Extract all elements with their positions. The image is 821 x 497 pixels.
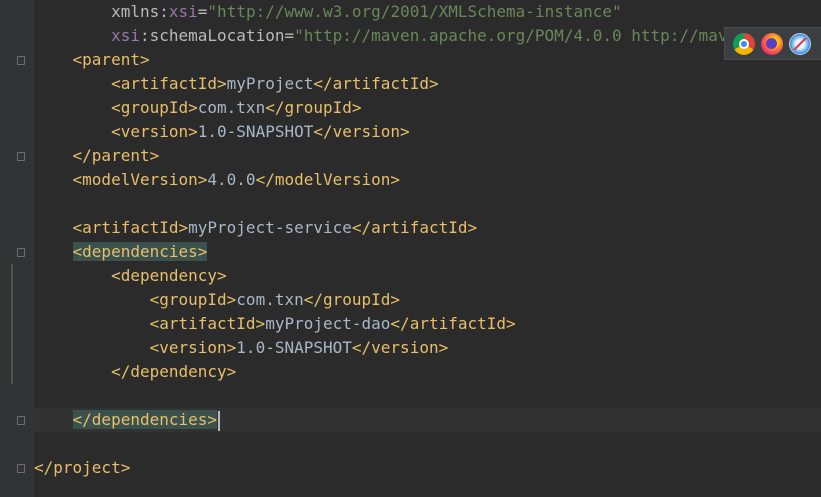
code-token: </artifactId> [390, 314, 516, 333]
code-token: <modelVersion> [72, 170, 208, 189]
code-token: 1.0-SNAPSHOT [236, 338, 352, 357]
code-token: </artifactId> [351, 218, 478, 237]
code-token: <version> [111, 122, 198, 141]
code-line[interactable]: <artifactId>myProject-dao</artifactId> [34, 312, 821, 336]
code-token: "http://maven.apache.org/POM/4.0.0 http:… [294, 26, 786, 45]
chrome-icon[interactable] [733, 32, 755, 55]
code-token: <parent> [72, 50, 150, 69]
code-line[interactable]: xsi:schemaLocation="http://maven.apache.… [34, 24, 821, 48]
code-token: <dependencies> [72, 242, 208, 261]
code-token: </dependency> [111, 362, 237, 381]
code-token: <groupId> [149, 290, 237, 309]
code-line[interactable]: <artifactId>myProject</artifactId> [34, 72, 821, 96]
open-in-browser-bar [724, 27, 821, 60]
firefox-icon[interactable] [761, 32, 783, 55]
code-token: <artifactId> [111, 74, 227, 93]
code-token: myProject [226, 74, 314, 93]
code-token: :schemaLocation= [139, 26, 295, 45]
code-token: com.txn [236, 290, 304, 309]
code-token: <groupId> [111, 98, 198, 117]
code-token: </dependencies> [72, 410, 218, 429]
code-token: </modelVersion> [255, 170, 401, 189]
code-token: myProject-dao [265, 314, 391, 333]
code-line[interactable]: </project> [34, 456, 821, 480]
code-line[interactable]: </dependencies> [34, 408, 821, 432]
code-token: myProject-service [188, 218, 352, 237]
code-line[interactable] [34, 192, 821, 216]
code-line[interactable]: <dependencies> [34, 240, 821, 264]
code-token: xmlns [111, 2, 160, 21]
code-line[interactable]: <dependency> [34, 264, 821, 288]
code-line[interactable]: <version>1.0-SNAPSHOT</version> [34, 336, 821, 360]
code-token: "http://www.w3.org/2001/XMLSchema-instan… [207, 2, 622, 21]
fold-marker-icon[interactable] [17, 152, 25, 161]
safari-icon[interactable] [789, 32, 811, 55]
code-line[interactable] [34, 432, 821, 456]
fold-marker-icon[interactable] [17, 248, 25, 257]
fold-marker-icon[interactable] [17, 56, 25, 65]
code-token: </parent> [72, 146, 160, 165]
code-token: 1.0-SNAPSHOT [197, 122, 314, 141]
code-token: <version> [149, 338, 237, 357]
code-token: <artifactId> [72, 218, 189, 237]
code-token: xsi [168, 2, 198, 21]
code-token: </artifactId> [313, 74, 439, 93]
code-line[interactable]: <modelVersion>4.0.0</modelVersion> [34, 168, 821, 192]
code-line[interactable]: <groupId>com.txn</groupId> [34, 288, 821, 312]
code-token: 4.0.0 [207, 170, 256, 189]
code-token: </project> [34, 458, 131, 477]
code-token: com.txn [197, 98, 266, 117]
code-token: : [159, 2, 169, 21]
code-token: = [197, 2, 208, 21]
code-line[interactable] [34, 384, 821, 408]
code-line[interactable]: <artifactId>myProject-service</artifactI… [34, 216, 821, 240]
code-token: </version> [351, 338, 449, 357]
text-caret [218, 410, 221, 431]
fold-marker-icon[interactable] [17, 416, 25, 425]
fold-marker-icon[interactable] [17, 464, 25, 473]
code-token: </groupId> [265, 98, 362, 117]
code-line[interactable]: </dependency> [34, 360, 821, 384]
vcs-change-marker[interactable] [11, 264, 13, 384]
code-token: xsi [111, 26, 140, 45]
code-line[interactable]: </parent> [34, 144, 821, 168]
code-line[interactable]: <version>1.0-SNAPSHOT</version> [34, 120, 821, 144]
code-line[interactable]: xmlns:xsi="http://www.w3.org/2001/XMLSch… [34, 0, 821, 24]
code-line[interactable]: <groupId>com.txn</groupId> [34, 96, 821, 120]
code-token: </version> [313, 122, 410, 141]
code-line[interactable]: <parent> [34, 48, 821, 72]
code-token: <artifactId> [149, 314, 266, 333]
code-token: <dependency> [111, 266, 227, 285]
code-token: </groupId> [303, 290, 401, 309]
